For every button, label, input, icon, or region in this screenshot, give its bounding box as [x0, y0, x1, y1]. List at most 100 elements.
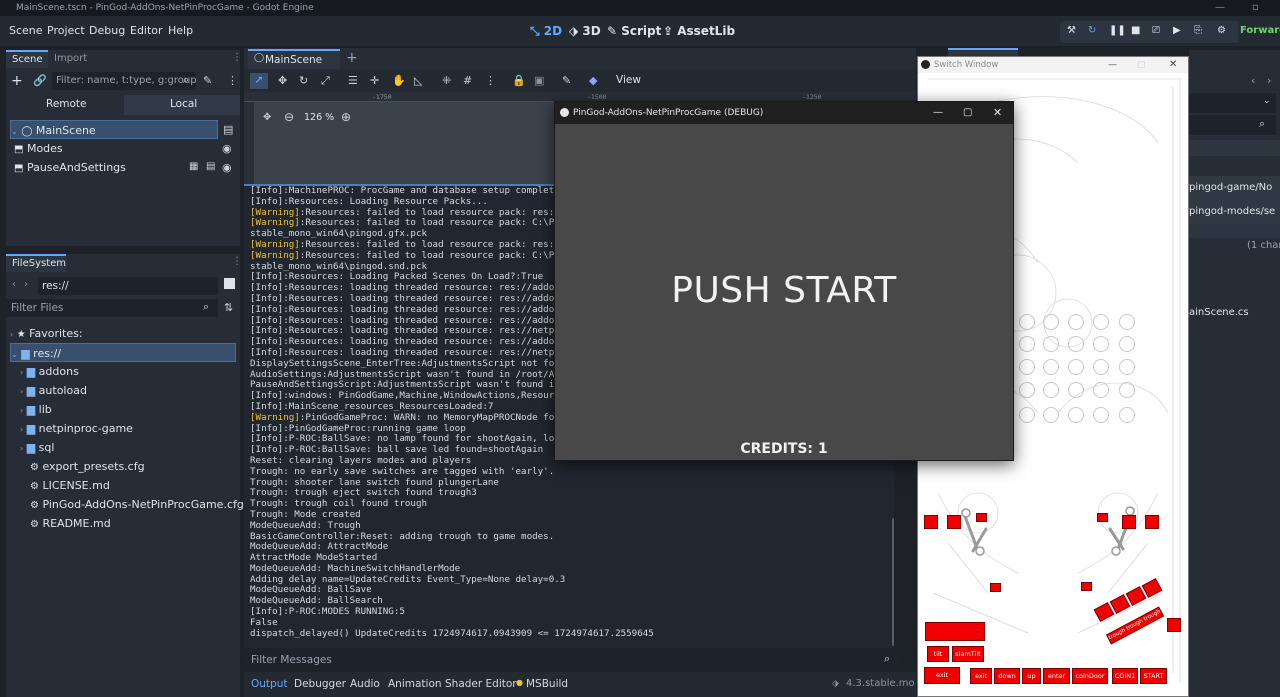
- folder-row[interactable]: › ▆ addons: [20, 362, 220, 381]
- folder-row[interactable]: › ▆ autoload: [20, 381, 220, 400]
- start-switch-button[interactable]: START: [1140, 668, 1167, 684]
- rollover-switch[interactable]: [1043, 382, 1059, 398]
- tab-scene[interactable]: Scene: [6, 50, 48, 68]
- file-row[interactable]: ⚙ export_presets.cfg: [30, 457, 230, 476]
- menu-project[interactable]: Project: [47, 24, 85, 37]
- exit-switch-button[interactable]: exit: [970, 668, 992, 684]
- rollover-switch[interactable]: [1119, 314, 1135, 330]
- rollover-switch[interactable]: [1093, 359, 1109, 375]
- grid-snap-icon[interactable]: #: [463, 74, 472, 87]
- tab-output[interactable]: Output: [251, 678, 287, 690]
- script-icon[interactable]: ▤: [206, 161, 215, 172]
- split-view-icon[interactable]: [224, 278, 235, 289]
- slingshot-switch[interactable]: [990, 583, 1001, 592]
- up-switch-button[interactable]: up: [1022, 668, 1041, 684]
- tree-node-modes[interactable]: ⬒ Modes: [14, 139, 214, 158]
- rollover-switch[interactable]: [1068, 359, 1084, 375]
- standup-switch[interactable]: [976, 513, 987, 522]
- slamtilt-switch-button[interactable]: slamTilt: [952, 646, 984, 662]
- minimize-icon[interactable]: —: [1215, 0, 1225, 16]
- history-forward-icon[interactable]: ›: [1267, 74, 1271, 87]
- link-icon[interactable]: 🔗: [33, 74, 47, 87]
- tab-shader-editor[interactable]: Shader Editor: [445, 678, 517, 690]
- snap-options-icon[interactable]: ⋮: [485, 74, 496, 87]
- group-icon[interactable]: ▣: [534, 74, 544, 87]
- ruler-tool-icon[interactable]: ◺: [414, 74, 422, 87]
- slingshot-switch[interactable]: [1081, 582, 1092, 591]
- view-menu[interactable]: View: [616, 74, 641, 86]
- smart-snap-icon[interactable]: ⁜: [442, 74, 451, 87]
- stop-icon[interactable]: ■: [1131, 25, 1140, 36]
- mode-assetlib-button[interactable]: ⇪ AssetLib: [663, 24, 735, 38]
- pan-tool-icon[interactable]: ✋: [392, 74, 406, 87]
- play-scene-icon[interactable]: ▶: [1173, 25, 1181, 36]
- zoom-out-icon[interactable]: ⊖: [284, 110, 294, 124]
- rollover-switch[interactable]: [1019, 407, 1035, 423]
- close-icon[interactable]: ✕: [993, 102, 1002, 124]
- zoom-level[interactable]: 126 %: [304, 112, 334, 123]
- visibility-icon[interactable]: ◉: [222, 142, 232, 155]
- rollover-switch[interactable]: [1019, 359, 1035, 375]
- folder-row[interactable]: › ▆ lib: [20, 400, 220, 419]
- rollover-switch[interactable]: [1019, 336, 1035, 352]
- rollover-switch[interactable]: [1068, 407, 1084, 423]
- add-node-icon[interactable]: +: [11, 73, 23, 89]
- target-switch[interactable]: [1122, 515, 1136, 529]
- play-custom-icon[interactable]: ⎘: [1194, 25, 1202, 36]
- maximize-icon[interactable]: ▢: [963, 102, 972, 124]
- enter-switch-button[interactable]: enter: [1043, 668, 1070, 684]
- pause-icon[interactable]: ❚❚: [1109, 25, 1126, 36]
- down-switch-button[interactable]: down: [994, 668, 1020, 684]
- tab-audio[interactable]: Audio: [350, 678, 380, 690]
- coindoor-switch-button[interactable]: coinDoor: [1072, 668, 1108, 684]
- camera-icon[interactable]: ◆: [589, 74, 597, 87]
- forward-icon[interactable]: ›: [24, 279, 28, 290]
- menu-scene[interactable]: Scene: [9, 24, 43, 37]
- rollover-switch[interactable]: [1019, 382, 1035, 398]
- file-row[interactable]: ⚙ PinGod-AddOns-NetPinProcGame.cfg: [30, 495, 244, 514]
- tab-filesystem[interactable]: FileSystem: [6, 254, 66, 272]
- scene-menu-icon[interactable]: ⋮: [227, 74, 238, 87]
- coin1-switch-button[interactable]: COIN1: [1112, 668, 1138, 684]
- list-select-icon[interactable]: ☰: [348, 74, 358, 87]
- rollover-switch[interactable]: [1043, 314, 1059, 330]
- target-switch[interactable]: [1145, 515, 1159, 529]
- select-tool-icon[interactable]: ➚: [250, 73, 268, 89]
- filter-messages-input[interactable]: Filter Messages ⌕: [244, 650, 900, 670]
- rollover-switch[interactable]: [1019, 314, 1035, 330]
- filesystem-path-input[interactable]: res://: [38, 277, 218, 295]
- menu-debug[interactable]: Debug: [89, 24, 125, 37]
- rollover-switch[interactable]: [1093, 382, 1109, 398]
- mode-2d-button[interactable]: ⤡ 2D: [530, 24, 562, 39]
- attach-script-icon[interactable]: ✎: [203, 74, 212, 87]
- file-row[interactable]: ⚙ README.md: [30, 514, 230, 533]
- tab-mainscene[interactable]: ◯ MainScene: [248, 49, 340, 69]
- menu-editor[interactable]: Editor: [130, 24, 163, 37]
- bone-icon[interactable]: ✎: [562, 74, 571, 87]
- commit-row[interactable]: pingod-game/No: [1189, 176, 1280, 200]
- history-back-icon[interactable]: ‹: [1251, 74, 1255, 87]
- rollover-switch[interactable]: [1043, 336, 1059, 352]
- visibility-icon[interactable]: ◉: [222, 161, 232, 174]
- pivot-icon[interactable]: ✛: [370, 74, 379, 87]
- lock-icon[interactable]: 🔒: [512, 74, 526, 87]
- menu-help[interactable]: Help: [168, 24, 193, 37]
- rollover-switch[interactable]: [1119, 407, 1135, 423]
- tab-debugger[interactable]: Debugger: [294, 678, 346, 690]
- dock-menu-icon[interactable]: ⋮: [232, 52, 242, 63]
- folder-row[interactable]: › ▆ netpinproc-game: [20, 419, 220, 438]
- rollover-switch[interactable]: [1093, 407, 1109, 423]
- sort-icon[interactable]: ⇅: [224, 301, 233, 314]
- tree-node-mainscene[interactable]: ⌄ ◯ MainScene: [10, 120, 218, 139]
- tab-animation[interactable]: Animation: [388, 678, 442, 690]
- minimize-icon[interactable]: —: [933, 102, 943, 124]
- dock-input[interactable]: ⌕: [1189, 115, 1276, 135]
- rollover-switch[interactable]: [1119, 336, 1135, 352]
- folder-row[interactable]: › ▆ sql: [20, 438, 220, 457]
- rollover-switch[interactable]: [1119, 382, 1135, 398]
- res-root-row[interactable]: ⌄ ▆ res://: [10, 343, 236, 362]
- dock-select[interactable]: ⌄: [1189, 93, 1276, 113]
- rollover-switch[interactable]: [1043, 359, 1059, 375]
- target-switch[interactable]: [924, 515, 938, 529]
- move-tool-icon[interactable]: ✥: [278, 74, 287, 87]
